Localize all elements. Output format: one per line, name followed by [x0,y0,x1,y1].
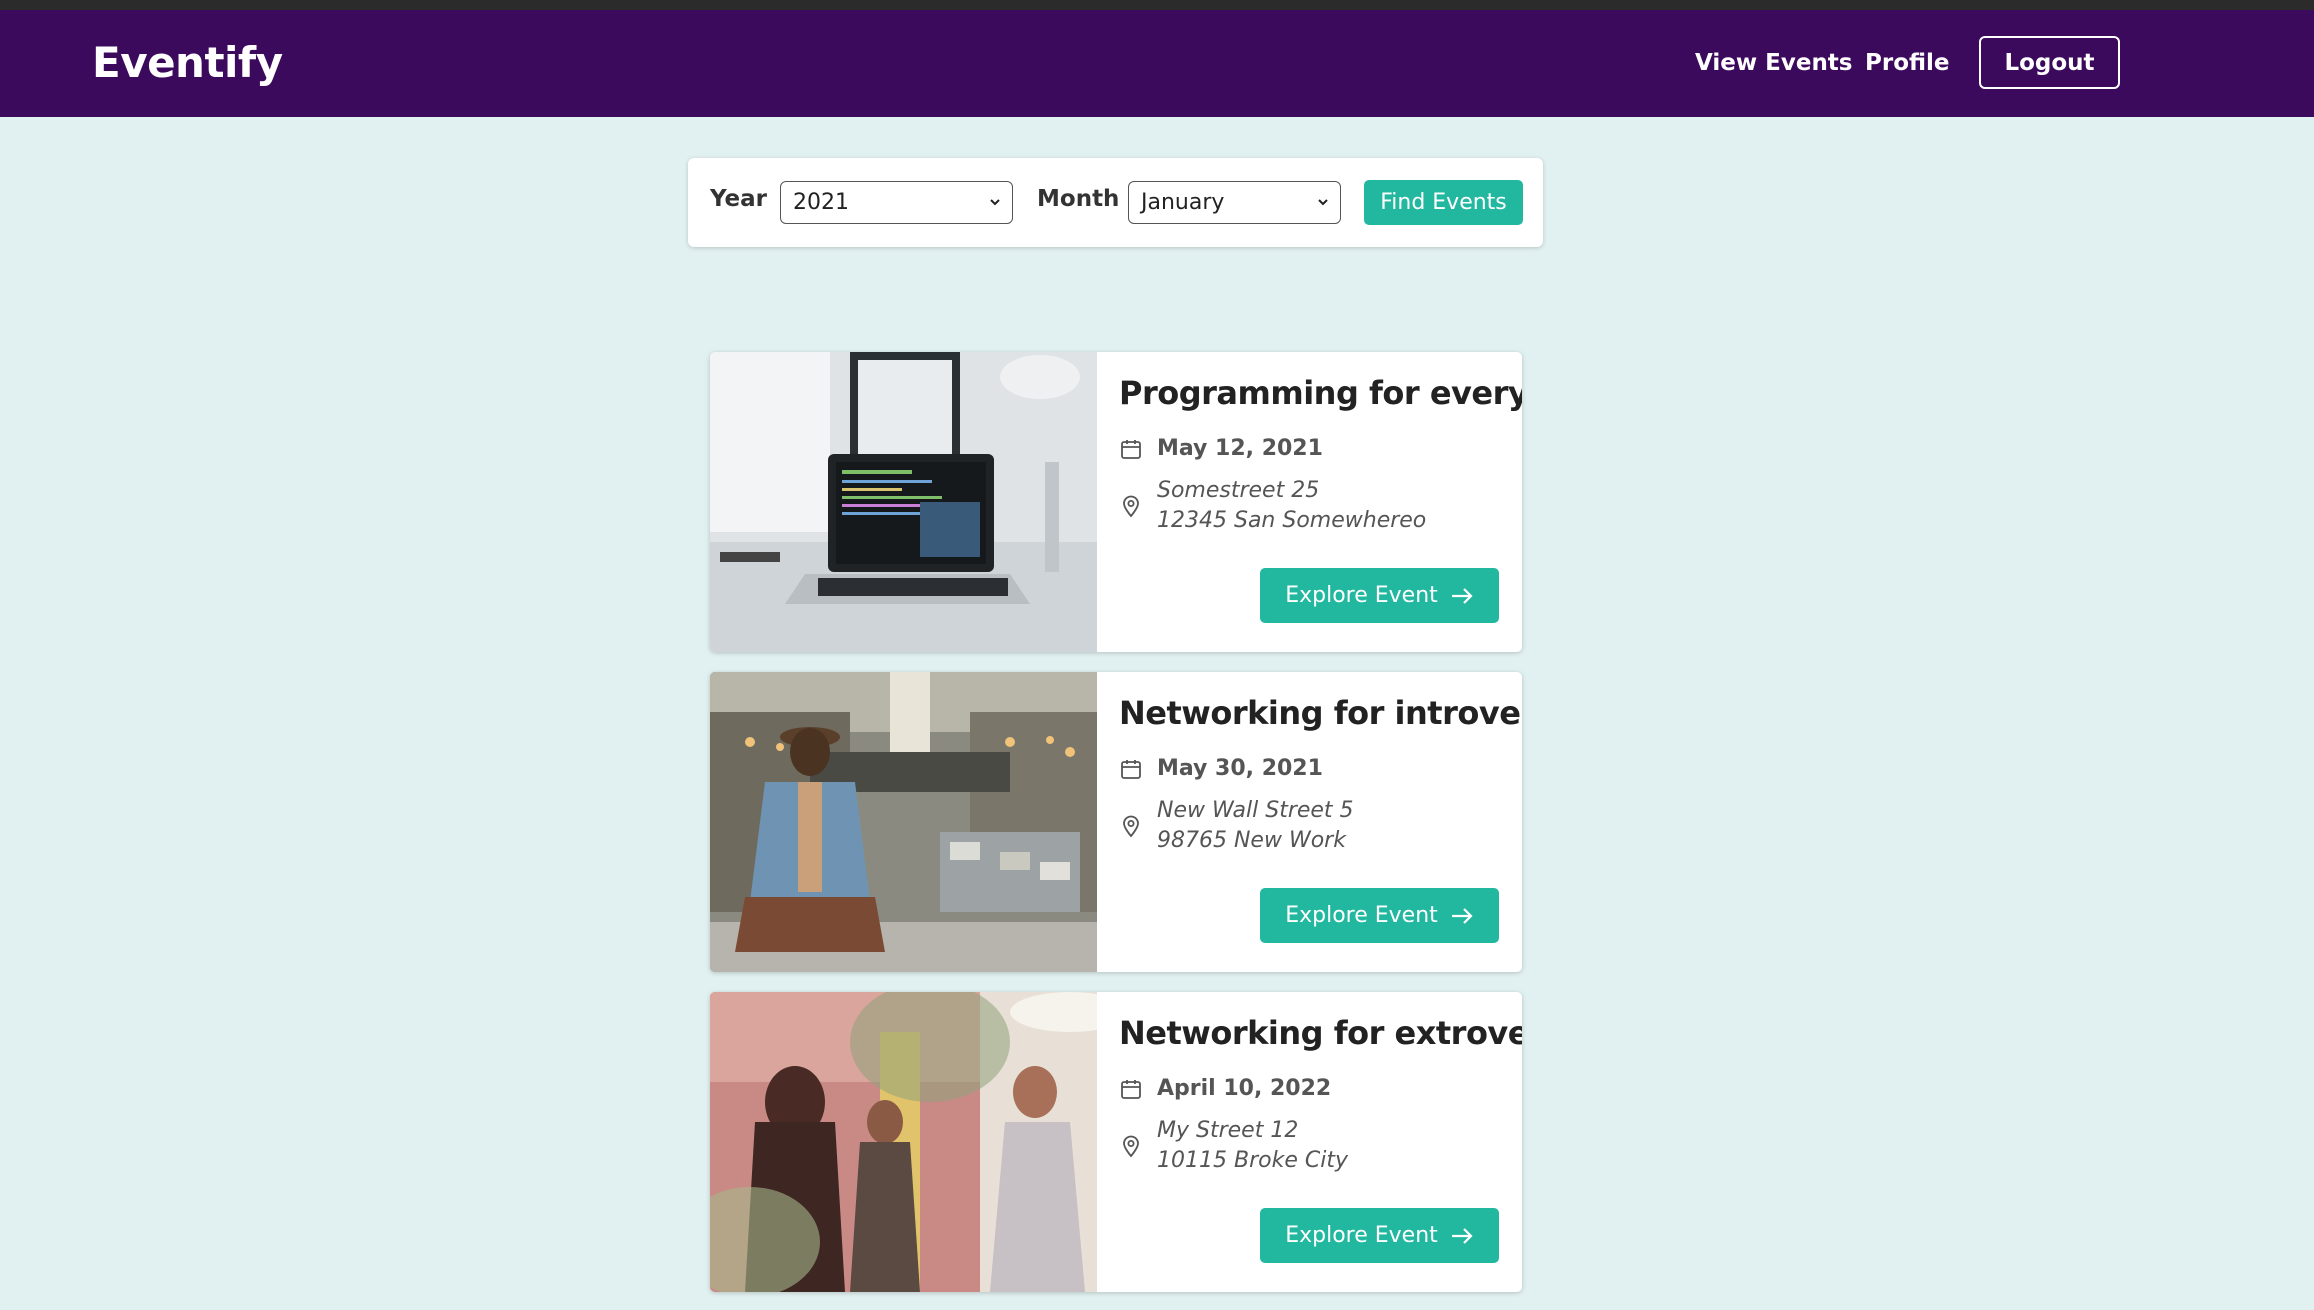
event-address: My Street 12 10115 Broke City [1157,1116,1348,1176]
explore-event-label: Explore Event [1285,1223,1438,1248]
location-pin-icon [1123,815,1139,838]
month-select[interactable]: January [1128,181,1341,224]
calendar-icon [1121,759,1141,779]
nav-view-events-link[interactable]: View Events [1695,50,1853,76]
event-card: Networking for introverts May 30, 2021 N… [710,672,1522,972]
arrow-right-icon [1451,587,1473,604]
year-select-value: 2021 [793,190,849,215]
event-location-row: My Street 12 10115 Broke City [1119,1116,1348,1176]
event-card: Networking for extroverts April 10, 2022… [710,992,1522,1292]
arrow-right-icon [1451,907,1473,924]
month-select-value: January [1141,190,1225,215]
explore-event-button[interactable]: Explore Event [1260,568,1499,623]
address-line-2: 12345 San Somewhereo [1157,508,1427,533]
logout-button[interactable]: Logout [1979,36,2120,89]
event-card: Programming for everyone May 12, 2021 So… [710,352,1522,652]
event-image-laptop[interactable] [710,352,1097,652]
event-title: Programming for everyone [1119,374,1522,412]
arrow-right-icon [1451,1227,1473,1244]
chevron-down-icon [1318,199,1328,206]
address-line-2: 98765 New Work [1157,828,1346,853]
nav-profile-link[interactable]: Profile [1865,50,1950,76]
event-title: Networking for extroverts [1119,1014,1522,1052]
explore-event-button[interactable]: Explore Event [1260,888,1499,943]
event-date: May 12, 2021 [1157,436,1323,461]
location-pin-icon [1123,495,1139,518]
address-line-1: My Street 12 [1157,1118,1299,1143]
find-events-button[interactable]: Find Events [1364,180,1523,225]
explore-event-button[interactable]: Explore Event [1260,1208,1499,1263]
calendar-icon [1121,1079,1141,1099]
event-address: Somestreet 25 12345 San Somewhereo [1157,476,1426,536]
explore-event-label: Explore Event [1285,903,1438,928]
address-line-1: Somestreet 25 [1157,478,1320,503]
main-navbar: Eventify View Events Profile Logout [0,10,2314,117]
event-location-row: Somestreet 25 12345 San Somewhereo [1119,476,1426,536]
year-select[interactable]: 2021 [780,181,1013,224]
event-image-city-street[interactable] [710,672,1097,972]
window-top-edge [0,0,2314,10]
event-date: May 30, 2021 [1157,756,1323,781]
location-pin-icon [1123,1135,1139,1158]
event-date-row: May 30, 2021 [1119,756,1323,781]
event-address: New Wall Street 5 98765 New Work [1157,796,1354,856]
month-label: Month [1037,186,1120,212]
year-label: Year [710,186,768,212]
event-filter-form: Year 2021 Month January Find Events [688,158,1543,247]
chevron-down-icon [990,199,1000,206]
event-image-people-talking[interactable] [710,992,1097,1292]
calendar-icon [1121,439,1141,459]
brand-logo[interactable]: Eventify [92,38,283,87]
explore-event-label: Explore Event [1285,583,1438,608]
event-date: April 10, 2022 [1157,1076,1332,1101]
event-date-row: May 12, 2021 [1119,436,1323,461]
event-title: Networking for introverts [1119,694,1522,732]
event-date-row: April 10, 2022 [1119,1076,1331,1101]
address-line-2: 10115 Broke City [1157,1148,1348,1173]
address-line-1: New Wall Street 5 [1157,798,1354,823]
event-location-row: New Wall Street 5 98765 New Work [1119,796,1354,856]
